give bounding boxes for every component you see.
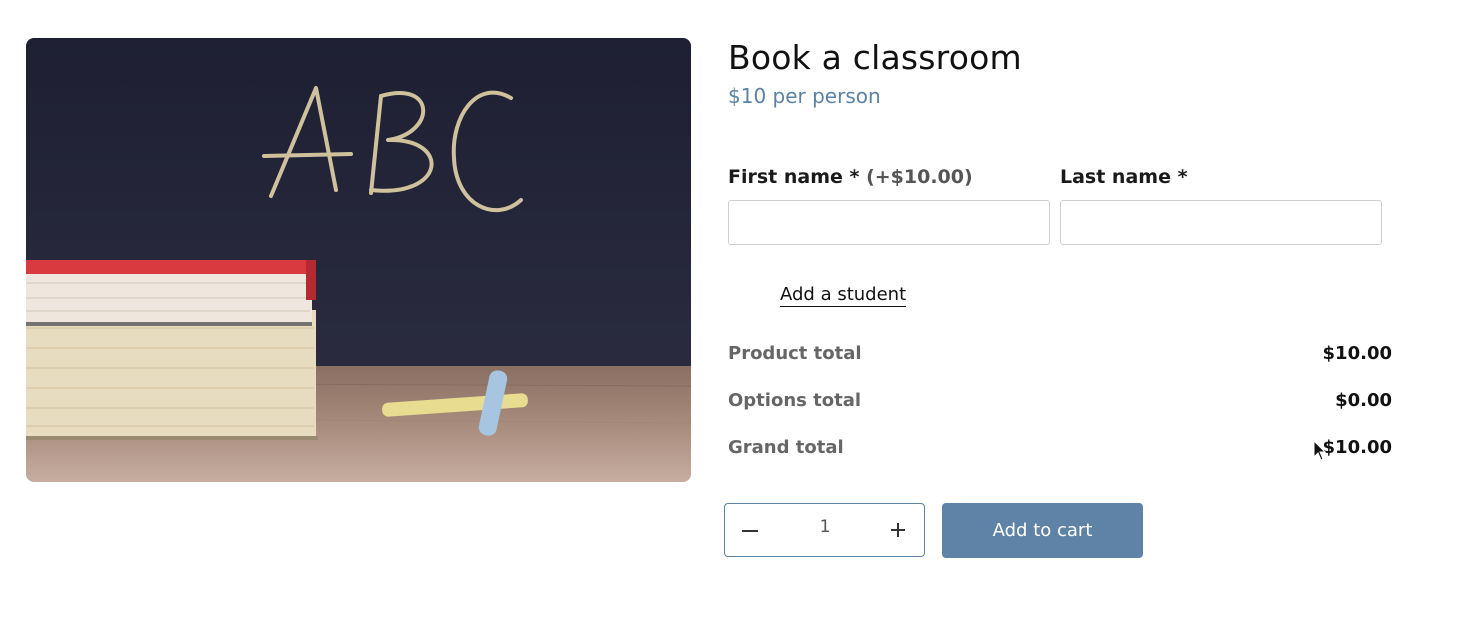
last-name-field[interactable] [1060,200,1382,245]
grand-total-row: Grand total $10.00 [728,437,1392,461]
options-total-value: $0.00 [1335,390,1392,411]
product-price: $10 per person [728,84,881,108]
product-title: Book a classroom [728,38,1022,77]
mouse-cursor-icon [1313,440,1327,461]
grand-total-value: $10.00 [1322,437,1392,458]
minus-icon[interactable] [739,518,763,542]
chalkboard-illustration [26,38,691,482]
first-name-label: First name * (+$10.00) [728,166,973,188]
first-name-label-text: First name * [728,166,860,188]
first-name-price-modifier: (+$10.00) [866,166,973,188]
product-image [26,38,691,482]
options-total-row: Options total $0.00 [728,390,1392,414]
add-student-link[interactable]: Add a student [780,284,907,307]
first-name-field[interactable] [728,200,1050,245]
quantity-stepper[interactable]: 1 [724,503,925,557]
add-to-cart-button[interactable]: Add to cart [942,503,1143,558]
last-name-label: Last name * [1060,166,1188,188]
books-stack [26,260,318,440]
product-total-label: Product total [728,343,862,364]
product-total-row: Product total $10.00 [728,343,1392,367]
plus-icon[interactable] [886,516,910,540]
product-total-value: $10.00 [1322,343,1392,364]
grand-total-label: Grand total [728,437,844,458]
options-total-label: Options total [728,390,862,411]
quantity-value[interactable]: 1 [785,517,865,537]
